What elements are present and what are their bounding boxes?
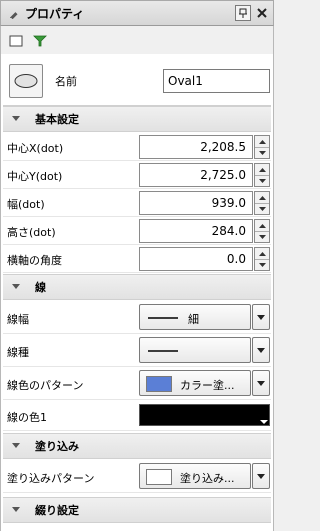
center-y-label: 中心Y(dot)	[7, 170, 63, 183]
spin-down-icon[interactable]	[255, 259, 269, 270]
row-center-x: 中心X(dot) 2,208.5	[3, 133, 271, 161]
width-input[interactable]: 939.0	[139, 191, 253, 215]
spin-up-icon[interactable]	[255, 220, 269, 231]
row-fill-pattern: 塗り込みパターン 塗り込み...	[3, 461, 271, 493]
spin-up-icon[interactable]	[255, 136, 269, 147]
spin-down-icon[interactable]	[255, 147, 269, 158]
pencil-icon	[9, 7, 21, 19]
height-input[interactable]: 284.0	[139, 219, 253, 243]
collapse-icon	[11, 283, 21, 291]
center-x-input[interactable]: 2,208.5	[139, 135, 253, 159]
line-pattern-value: カラー塗...	[180, 379, 235, 392]
row-center-y: 中心Y(dot) 2,725.0	[3, 161, 271, 189]
section-weave-label: 綴り設定	[35, 504, 79, 517]
width-spinner[interactable]	[254, 191, 270, 215]
line-type-dropdown[interactable]	[252, 337, 270, 363]
line-width-dropdown[interactable]	[252, 304, 270, 330]
chevron-down-icon	[257, 380, 265, 386]
section-line-label: 線	[35, 281, 46, 294]
row-height: 高さ(dot) 284.0	[3, 217, 271, 245]
collapse-icon	[11, 506, 21, 514]
name-input[interactable]: Oval1	[163, 69, 270, 93]
height-spinner[interactable]	[254, 219, 270, 243]
row-line-type: 線種	[3, 335, 271, 367]
line-width-value: 細	[188, 313, 199, 326]
shape-thumbnail[interactable]	[9, 64, 43, 98]
center-x-label: 中心X(dot)	[7, 142, 64, 155]
line-color-picker[interactable]	[139, 404, 270, 426]
angle-spinner[interactable]	[254, 247, 270, 271]
object-name-row: 名前 Oval1	[3, 56, 271, 106]
title-bar: プロパティ	[0, 0, 274, 26]
chevron-down-icon	[257, 314, 265, 320]
line-pattern-label: 線色のパターン	[7, 379, 84, 392]
fill-pattern-combo[interactable]: 塗り込み...	[139, 463, 251, 489]
line-color1-label: 線の色1	[7, 411, 47, 424]
spin-down-icon[interactable]	[255, 203, 269, 214]
filter-icon[interactable]	[33, 34, 47, 48]
toolbar	[0, 26, 274, 54]
row-line-width: 線幅 細	[3, 302, 271, 334]
name-label: 名前	[55, 75, 77, 88]
section-fill-label: 塗り込み	[35, 440, 79, 453]
spin-down-icon[interactable]	[255, 231, 269, 242]
spin-up-icon[interactable]	[255, 248, 269, 259]
spin-up-icon[interactable]	[255, 164, 269, 175]
row-width: 幅(dot) 939.0	[3, 189, 271, 217]
properties-panel: 名前 Oval1 基本設定 中心X(dot) 2,208.5 中心Y(dot) …	[0, 54, 274, 531]
width-label: 幅(dot)	[7, 198, 45, 211]
section-fill[interactable]: 塗り込み	[3, 433, 271, 459]
section-line[interactable]: 線	[3, 274, 271, 300]
close-icon	[257, 8, 267, 18]
line-pattern-dropdown[interactable]	[252, 370, 270, 396]
spin-up-icon[interactable]	[255, 192, 269, 203]
center-y-input[interactable]: 2,725.0	[139, 163, 253, 187]
pin-icon	[239, 8, 247, 18]
spin-down-icon[interactable]	[255, 175, 269, 186]
pin-button[interactable]	[235, 5, 251, 21]
chevron-down-icon	[257, 473, 265, 479]
color-swatch	[146, 469, 172, 485]
line-sample-icon	[148, 350, 178, 352]
color-swatch	[146, 376, 172, 392]
line-type-combo[interactable]	[139, 337, 251, 363]
window-title: プロパティ	[25, 6, 85, 21]
line-type-label: 線種	[7, 346, 29, 359]
fill-pattern-label: 塗り込みパターン	[7, 472, 95, 485]
height-label: 高さ(dot)	[7, 226, 56, 239]
collapse-icon	[11, 442, 21, 450]
close-button[interactable]	[254, 5, 270, 21]
angle-label: 横軸の角度	[7, 254, 62, 267]
section-weave[interactable]: 綴り設定	[3, 497, 271, 523]
angle-input[interactable]: 0.0	[139, 247, 253, 271]
collapse-icon	[11, 115, 21, 123]
center-x-spinner[interactable]	[254, 135, 270, 159]
chevron-down-icon	[257, 347, 265, 353]
section-basic-label: 基本設定	[35, 113, 79, 126]
center-y-spinner[interactable]	[254, 163, 270, 187]
checkbox-icon[interactable]	[9, 34, 23, 48]
line-sample-icon	[148, 317, 178, 319]
line-width-label: 線幅	[7, 313, 29, 326]
row-angle: 横軸の角度 0.0	[3, 245, 271, 273]
chevron-down-icon	[260, 420, 268, 424]
section-basic[interactable]: 基本設定	[3, 106, 271, 132]
line-width-combo[interactable]: 細	[139, 304, 251, 330]
row-line-color1: 線の色1	[3, 401, 271, 431]
fill-pattern-dropdown[interactable]	[252, 463, 270, 489]
line-pattern-combo[interactable]: カラー塗...	[139, 370, 251, 396]
ellipse-icon	[14, 74, 38, 88]
fill-pattern-value: 塗り込み...	[180, 472, 235, 485]
row-line-pattern: 線色のパターン カラー塗...	[3, 368, 271, 400]
